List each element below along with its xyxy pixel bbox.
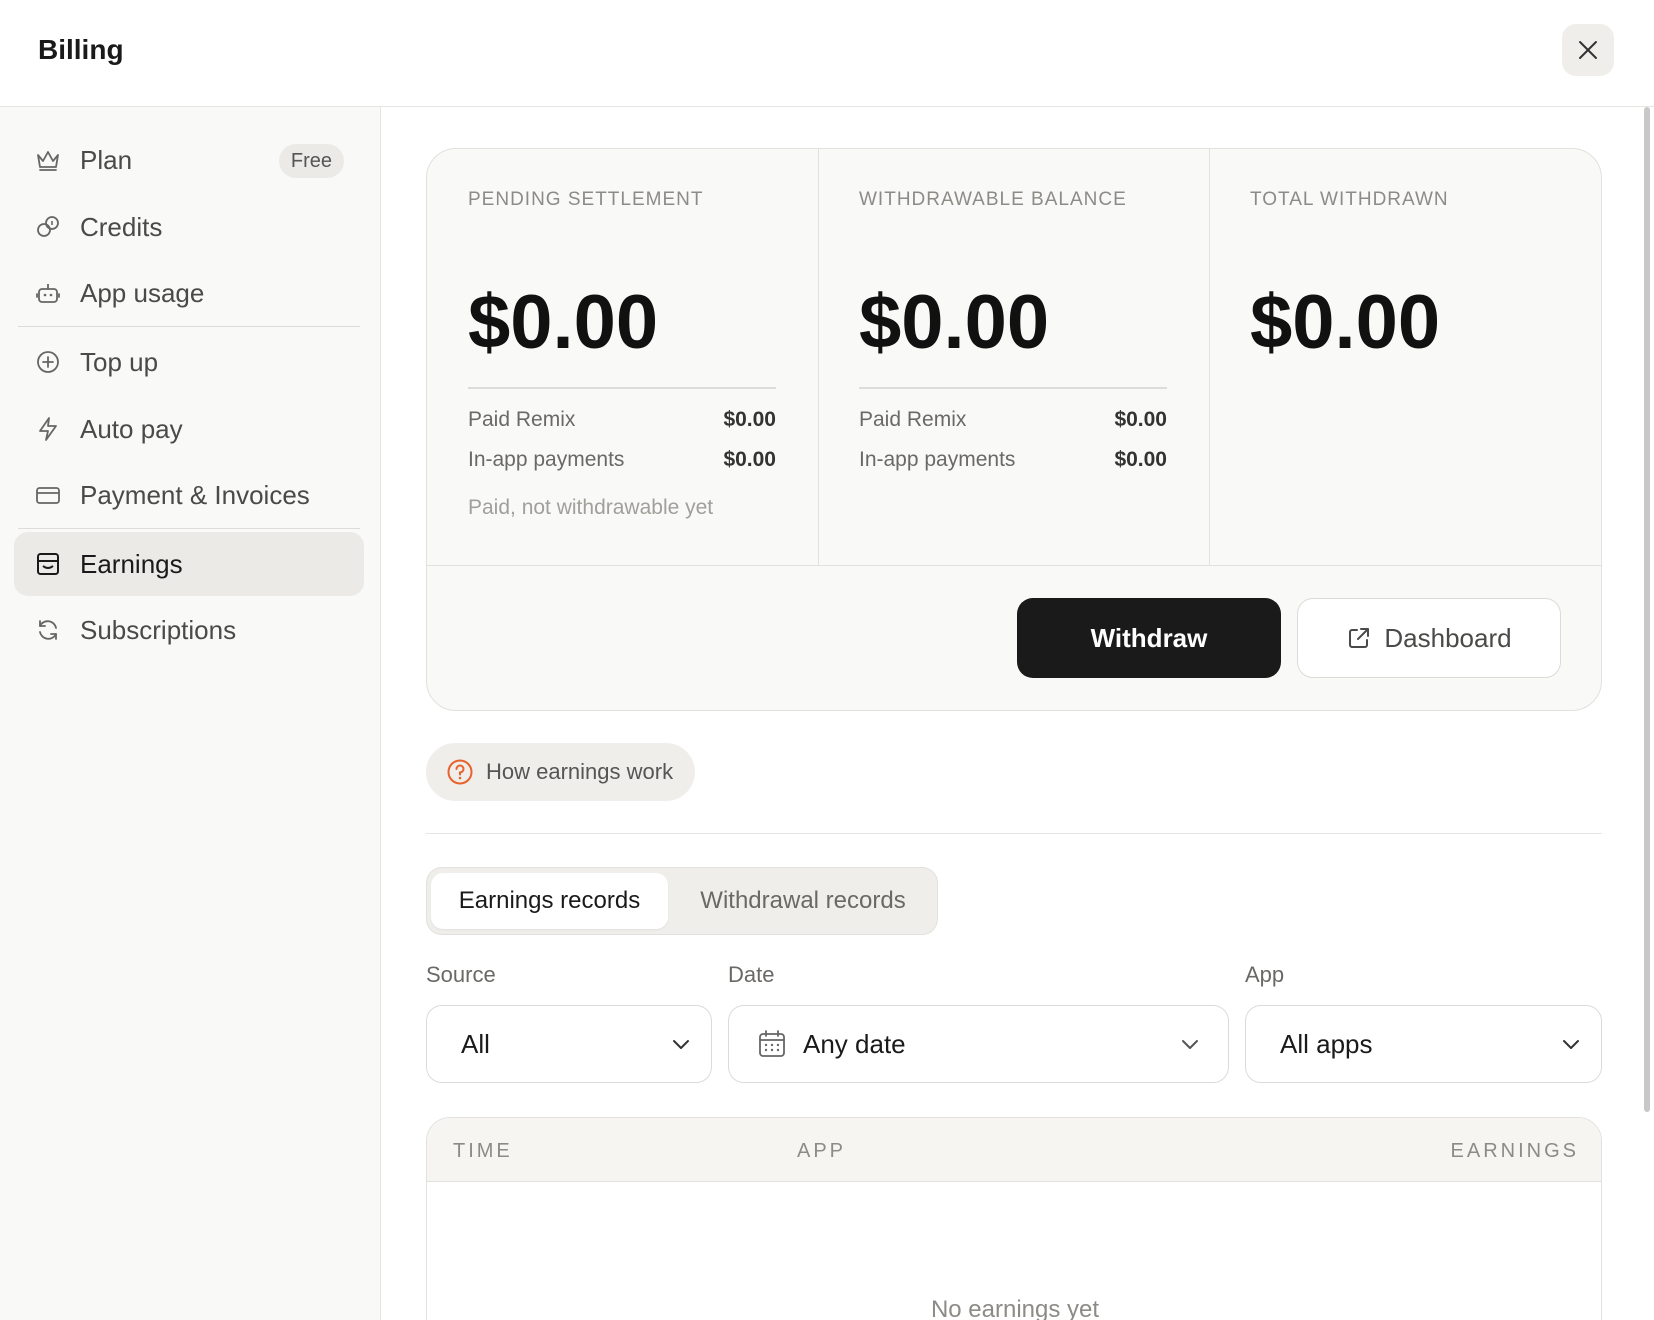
withdraw-button[interactable]: Withdraw: [1017, 598, 1281, 678]
pending-in-app-label: In-app payments: [468, 448, 625, 471]
chevron-down-icon: [1563, 1040, 1579, 1049]
sidebar-divider: [18, 326, 360, 327]
sidebar-item-label: Payment & Invoices: [80, 479, 310, 510]
dashboard-button-label: Dashboard: [1384, 622, 1512, 653]
plan-badge: Free: [278, 144, 344, 178]
column-divider: [818, 149, 819, 565]
withdrawable-balance-label: WITHDRAWABLE BALANCE: [859, 189, 1127, 210]
total-withdrawn-amount: $0.00: [1250, 280, 1441, 365]
calendar-icon: [759, 1030, 785, 1057]
date-select-value: Any date: [803, 1028, 906, 1059]
modal-header: Billing: [0, 0, 1654, 107]
sidebar-item-label: Earnings: [80, 548, 183, 579]
withdrawable-in-app-label: In-app payments: [859, 448, 1016, 471]
sidebar-item-app-usage[interactable]: App usage: [14, 261, 364, 325]
sidebar-item-label: Credits: [80, 211, 163, 242]
sidebar-item-label: Plan: [80, 144, 133, 175]
sidebar-item-label: Auto pay: [80, 413, 183, 444]
source-filter-label: Source: [426, 962, 496, 987]
pending-note: Paid, not withdrawable yet: [468, 496, 714, 519]
app-filter-label: App: [1245, 962, 1285, 987]
close-button[interactable]: [1562, 24, 1614, 76]
sidebar-item-top-up[interactable]: Top up: [14, 330, 364, 394]
plus-circle-icon: [34, 348, 62, 376]
coins-icon: [34, 213, 62, 241]
sidebar-item-credits[interactable]: Credits: [14, 195, 364, 259]
sidebar-item-payment-invoices[interactable]: Payment & Invoices: [14, 463, 364, 527]
source-select-value: All: [461, 1028, 490, 1059]
sidebar-divider: [18, 528, 360, 529]
pending-paid-remix-value: $0.00: [723, 408, 776, 431]
sidebar-item-auto-pay[interactable]: Auto pay: [14, 397, 364, 461]
sidebar-item-label: Top up: [80, 346, 159, 377]
credit-card-icon: [34, 481, 62, 509]
total-withdrawn-label: TOTAL WITHDRAWN: [1250, 189, 1449, 210]
sidebar-item-plan[interactable]: Plan Free: [14, 128, 364, 192]
help-circle-icon: [447, 759, 473, 785]
table-header: TIME APP EARNINGS: [427, 1118, 1601, 1182]
section-divider: [426, 833, 1602, 834]
pending-settlement-label: PENDING SETTLEMENT: [468, 189, 704, 210]
lightning-icon: [34, 415, 62, 443]
pending-paid-remix-label: Paid Remix: [468, 408, 576, 431]
close-icon: [1579, 41, 1597, 59]
tab-withdrawal-records[interactable]: Withdrawal records: [672, 873, 934, 929]
column-divider: [1209, 149, 1210, 565]
crown-icon: [34, 146, 62, 174]
dashboard-button[interactable]: Dashboard: [1297, 598, 1561, 678]
column-header-earnings: EARNINGS: [1450, 1140, 1579, 1162]
sidebar-item-label: Subscriptions: [80, 614, 237, 645]
tab-earnings-records[interactable]: Earnings records: [431, 873, 668, 929]
chevron-down-icon: [673, 1040, 689, 1049]
external-link-icon: [1349, 628, 1370, 648]
withdrawable-paid-remix-label: Paid Remix: [859, 408, 967, 431]
sidebar-item-subscriptions[interactable]: Subscriptions: [14, 598, 364, 662]
modal-title: Billing: [38, 34, 124, 65]
date-select[interactable]: Any date: [728, 1005, 1229, 1083]
refresh-icon: [34, 616, 62, 644]
how-earnings-work-label: How earnings work: [486, 759, 674, 784]
app-select-value: All apps: [1280, 1028, 1373, 1059]
records-tabs: Earnings records Withdrawal records: [426, 867, 938, 935]
app-select[interactable]: All apps: [1245, 1005, 1602, 1083]
earnings-table: TIME APP EARNINGS No earnings yet: [426, 1117, 1602, 1320]
withdrawable-paid-remix-value: $0.00: [1114, 408, 1167, 431]
empty-state-text: No earnings yet: [930, 1296, 1100, 1320]
date-filter-label: Date: [728, 962, 775, 987]
robot-icon: [34, 279, 62, 307]
how-earnings-work-button[interactable]: How earnings work: [426, 743, 696, 801]
withdrawable-in-app-value: $0.00: [1114, 448, 1167, 471]
pending-settlement-amount: $0.00: [468, 280, 659, 365]
source-select[interactable]: All: [426, 1005, 712, 1083]
withdrawable-divider: [859, 387, 1167, 389]
sidebar-item-earnings[interactable]: Earnings: [14, 532, 364, 596]
scrollbar[interactable]: [1644, 107, 1650, 1112]
chevron-down-icon: [1182, 1040, 1198, 1049]
wallet-icon: [34, 550, 62, 578]
column-header-time: TIME: [453, 1140, 513, 1162]
pending-in-app-value: $0.00: [723, 448, 776, 471]
pending-divider: [468, 387, 776, 389]
sidebar-item-label: App usage: [80, 277, 205, 308]
summary-divider: [427, 565, 1601, 566]
earnings-summary-card: PENDING SETTLEMENT $0.00 Paid Remix $0.0…: [426, 148, 1602, 711]
withdrawable-balance-amount: $0.00: [859, 280, 1050, 365]
column-header-app: APP: [797, 1140, 847, 1162]
